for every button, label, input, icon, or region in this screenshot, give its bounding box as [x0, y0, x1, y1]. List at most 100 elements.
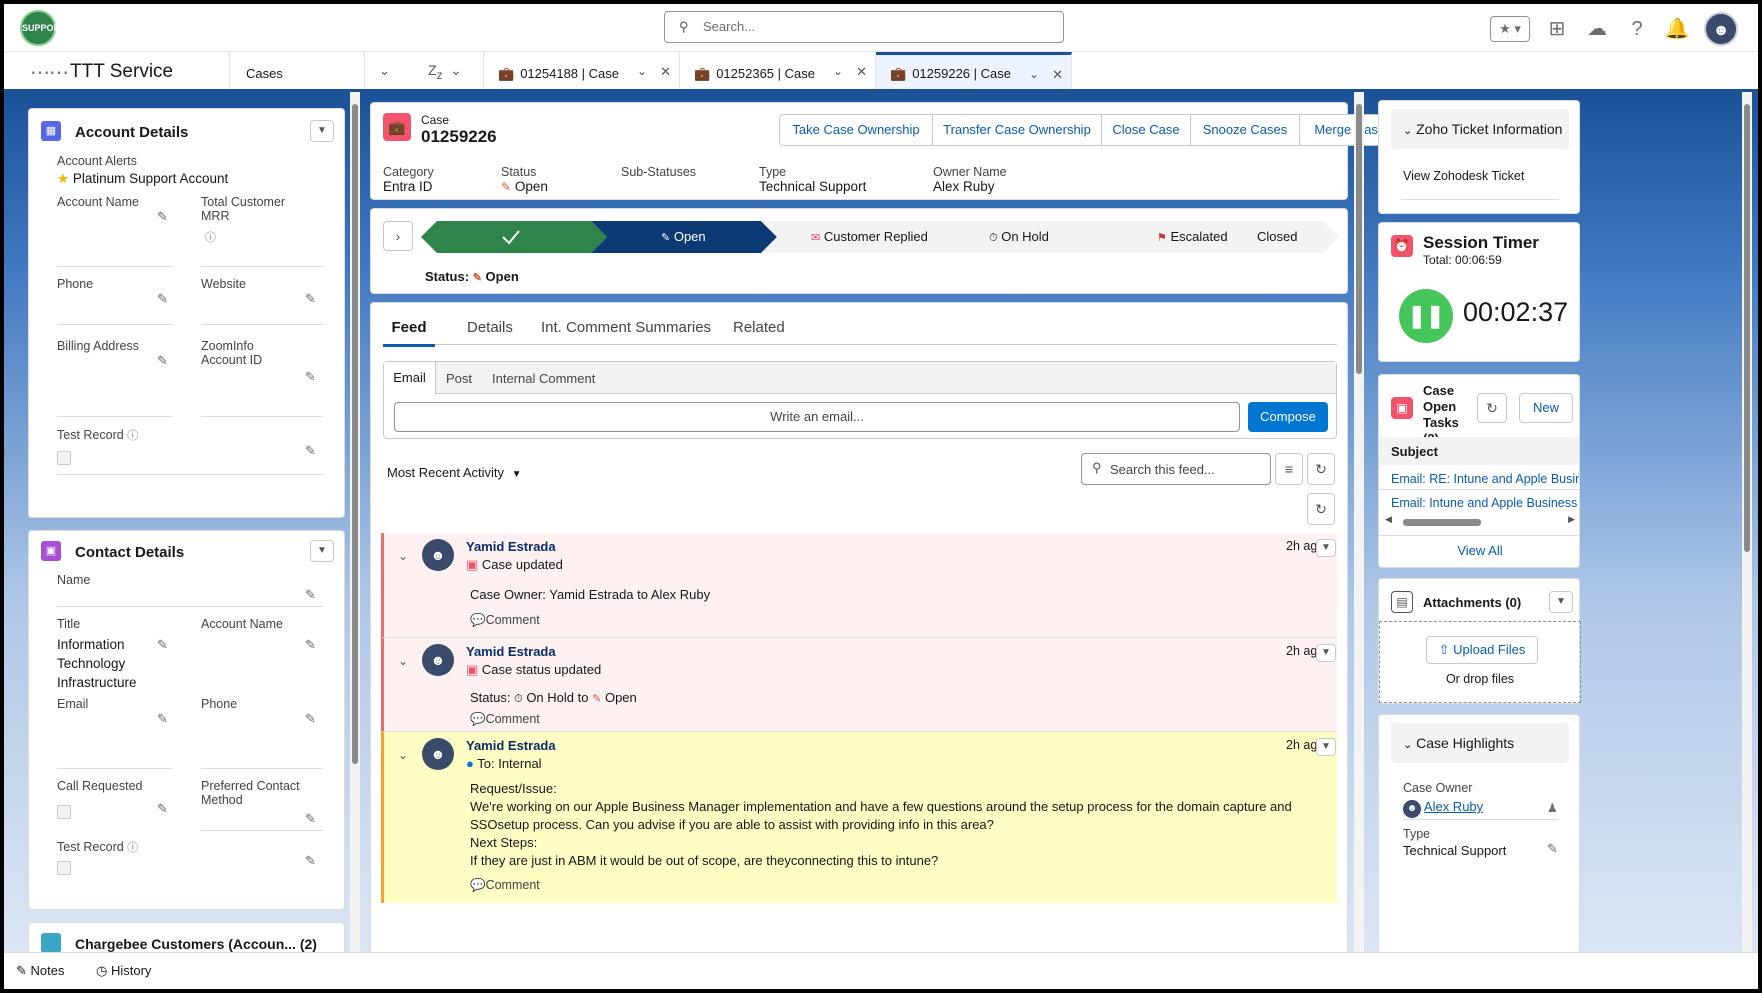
call-requested-checkbox[interactable] — [57, 805, 71, 819]
trailhead-icon[interactable]: ☁ — [1584, 16, 1610, 42]
info-icon[interactable]: ⓘ — [205, 229, 216, 245]
tab-case-01252365[interactable]: 💼 01252365 | Case ⌄ ✕ — [680, 52, 876, 89]
pause-button[interactable]: ❚❚ — [1399, 289, 1453, 343]
chevron-down-icon[interactable]: ⌄ — [833, 64, 843, 78]
tasks-column-header[interactable]: Subject — [1379, 437, 1579, 465]
left-scrollbar[interactable] — [350, 92, 360, 952]
chevron-down-icon[interactable]: ⌄ — [637, 64, 647, 78]
sort-select[interactable]: Most Recent Activity ▼ — [387, 465, 522, 480]
transfer-case-ownership-button[interactable]: Transfer Case Ownership — [932, 114, 1102, 146]
object-selector[interactable]: Cases ⌄ — [229, 52, 404, 89]
edit-pencil-icon[interactable]: ✎ — [157, 291, 168, 307]
edit-pencil-icon[interactable]: ✎ — [305, 291, 316, 307]
view-all-link[interactable]: View All — [1379, 543, 1579, 558]
card-menu-button[interactable]: ▼ — [310, 540, 334, 562]
path-step-closed-label[interactable]: Closed — [1257, 229, 1297, 244]
user-avatar[interactable]: ☻ — [422, 644, 454, 676]
info-icon[interactable]: ⓘ — [127, 842, 138, 854]
zoho-section-header[interactable]: ⌄ Zoho Ticket Information — [1391, 109, 1569, 149]
edit-pencil-icon[interactable]: ✎ — [305, 853, 316, 869]
right-scrollbar[interactable] — [1742, 92, 1752, 952]
path-step-customer-replied[interactable]: ✉ Customer Replied — [811, 229, 928, 244]
avatar-icon[interactable]: ☻ — [1704, 12, 1738, 46]
refresh-icon[interactable]: ↻ — [1477, 393, 1507, 423]
edit-pencil-icon[interactable]: ✎ — [305, 811, 316, 827]
case-highlights-header[interactable]: ⌄ Case Highlights — [1391, 723, 1569, 763]
tab-case-01254188[interactable]: 💼 01254188 | Case ⌄ ✕ — [484, 52, 680, 89]
chevron-down-icon[interactable]: ⌄ — [398, 654, 408, 668]
tab-details[interactable]: Details — [467, 319, 513, 336]
feed-author[interactable]: Yamid Estrada — [466, 539, 556, 554]
edit-pencil-icon[interactable]: ✎ — [1547, 841, 1558, 857]
chevron-down-icon[interactable]: ⌄ — [1029, 67, 1039, 81]
tab-comment-summaries[interactable]: Int. Comment Summaries — [541, 319, 711, 336]
center-scrollbar[interactable] — [1354, 92, 1364, 952]
filter-icon[interactable]: ≡ — [1275, 453, 1303, 485]
task-link[interactable]: Email: RE: Intune and Apple Business — [1391, 472, 1579, 486]
sort-az-icon[interactable]: Zz ⌄ — [414, 52, 484, 89]
publisher-tab-internal-comment[interactable]: Internal Comment — [492, 371, 595, 386]
case-owner-link[interactable]: Alex Ruby — [1424, 799, 1483, 814]
feed-item-menu[interactable]: ▼ — [1316, 644, 1336, 662]
feed-item-menu[interactable]: ▼ — [1316, 738, 1336, 756]
edit-pencil-icon[interactable]: ✎ — [305, 369, 316, 385]
file-dropzone[interactable]: ⇧ Upload Files Or drop files — [1379, 621, 1581, 703]
upload-files-button[interactable]: ⇧ Upload Files — [1426, 636, 1538, 664]
user-avatar[interactable]: ☻ — [1403, 800, 1421, 818]
history-utility[interactable]: ◷ History — [96, 963, 151, 979]
favorites-icon[interactable]: ★ ▾ — [1490, 16, 1530, 42]
task-link[interactable]: Email: Intune and Apple Business m — [1391, 496, 1579, 510]
zoho-link[interactable]: View Zohodesk Ticket — [1403, 169, 1524, 183]
user-avatar[interactable]: ☻ — [422, 738, 454, 770]
refresh-feed-icon[interactable]: ↻ — [1307, 493, 1335, 525]
test-record-checkbox[interactable] — [57, 451, 71, 465]
horizontal-scrollbar[interactable]: ◀ ▶ — [1385, 514, 1575, 527]
chevron-down-icon[interactable]: ⌄ — [398, 748, 408, 762]
path-step-on-hold[interactable]: ⏱ On Hold — [989, 229, 1049, 245]
edit-pencil-icon[interactable]: ✎ — [157, 209, 168, 225]
comment-link[interactable]: 💬Comment — [470, 878, 540, 893]
compose-button[interactable]: Compose — [1248, 402, 1328, 432]
tab-related[interactable]: Related — [733, 319, 785, 336]
tab-case-01259226[interactable]: 💼 01259226 | Case ⌄ ✕ — [876, 52, 1072, 89]
edit-pencil-icon[interactable]: ✎ — [305, 587, 316, 603]
close-icon[interactable]: ✕ — [660, 64, 671, 80]
info-icon[interactable]: ⓘ — [127, 430, 138, 442]
comment-link[interactable]: 💬Comment — [470, 613, 540, 628]
path-step-open[interactable]: ✎ Open — [661, 229, 706, 244]
app-launcher-icon[interactable]: ⋯⋯ — [30, 60, 69, 85]
card-menu-button[interactable]: ▼ — [310, 120, 334, 142]
tab-feed[interactable]: Feed — [383, 319, 435, 347]
notifications-icon[interactable]: 🔔 — [1664, 16, 1690, 42]
change-owner-icon[interactable]: ♟ — [1547, 801, 1558, 815]
feed-search-input[interactable]: ⚲ Search this feed... — [1081, 453, 1271, 485]
edit-pencil-icon[interactable]: ✎ — [157, 637, 168, 653]
publisher-tab-post[interactable]: Post — [446, 371, 472, 386]
chargebee-title[interactable]: Chargebee Customers (Accoun... (2) — [75, 936, 317, 952]
close-icon[interactable]: ✕ — [1052, 67, 1063, 83]
chevron-down-icon[interactable]: ⌄ — [364, 52, 404, 89]
feed-author[interactable]: Yamid Estrada — [466, 738, 556, 753]
add-icon[interactable]: ⊞ — [1544, 16, 1570, 42]
edit-pencil-icon[interactable]: ✎ — [157, 353, 168, 369]
edit-pencil-icon[interactable]: ✎ — [305, 443, 316, 459]
chevron-down-icon[interactable]: ⌄ — [398, 549, 408, 563]
feed-author[interactable]: Yamid Estrada — [466, 644, 556, 659]
contact-test-record-checkbox[interactable] — [57, 861, 71, 875]
publisher-tab-email[interactable]: Email — [384, 362, 436, 395]
help-icon[interactable]: ? — [1624, 16, 1650, 42]
edit-pencil-icon[interactable]: ✎ — [157, 711, 168, 727]
user-avatar[interactable]: ☻ — [422, 539, 454, 571]
notes-utility[interactable]: ✎ Notes — [16, 963, 65, 979]
edit-pencil-icon[interactable]: ✎ — [157, 801, 168, 817]
close-case-button[interactable]: Close Case — [1101, 114, 1191, 146]
support-logo[interactable]: SUPPORT — [20, 10, 66, 46]
close-icon[interactable]: ✕ — [856, 64, 867, 80]
refresh-icon[interactable]: ↻ — [1307, 453, 1335, 485]
snooze-cases-button[interactable]: Snooze Cases — [1190, 114, 1300, 146]
write-email-input[interactable]: Write an email... — [394, 402, 1240, 432]
comment-link[interactable]: 💬Comment — [470, 712, 540, 727]
path-step-escalated[interactable]: ⚑ Escalated — [1157, 229, 1228, 244]
card-menu-button[interactable]: ▼ — [1549, 591, 1573, 613]
edit-pencil-icon[interactable]: ✎ — [305, 711, 316, 727]
